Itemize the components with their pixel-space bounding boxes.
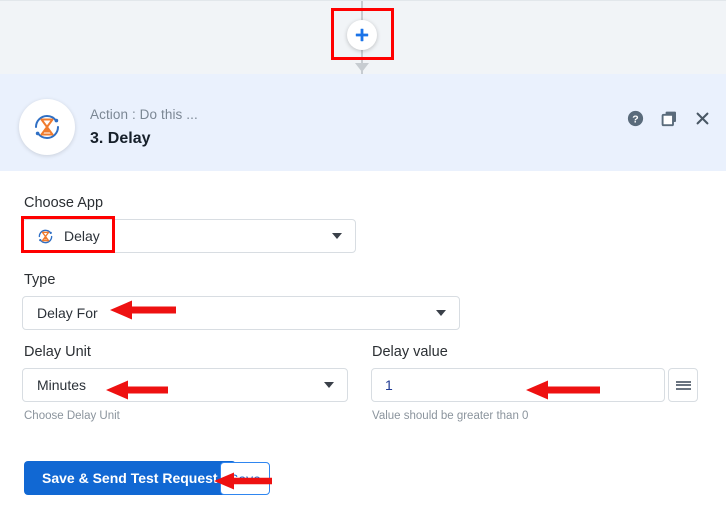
- delay-unit-value: Minutes: [37, 377, 87, 393]
- delay-unit-helper-text: Choose Delay Unit: [24, 410, 120, 422]
- choose-app-label: Choose App: [24, 195, 104, 211]
- help-icon[interactable]: ?: [627, 110, 644, 127]
- delay-action-configuration-panel: Action : Do this ... 3. Delay ? Choose A…: [0, 0, 726, 510]
- delay-unit-select[interactable]: Minutes: [22, 368, 348, 402]
- type-label: Type: [24, 272, 56, 288]
- save-button[interactable]: Save: [220, 462, 270, 495]
- hamburger-bar: [675, 387, 691, 390]
- close-icon[interactable]: [695, 111, 710, 126]
- choose-app-select[interactable]: Delay: [22, 219, 356, 253]
- delay-value-text: 1: [385, 377, 393, 393]
- save-and-send-test-request-button[interactable]: Save & Send Test Request: [24, 461, 236, 495]
- delay-value-input[interactable]: 1: [371, 368, 665, 402]
- delay-value-label: Delay value: [372, 344, 448, 360]
- type-select[interactable]: Delay For: [22, 296, 460, 330]
- action-header-text: Action : Do this ... 3. Delay: [90, 105, 198, 151]
- delay-hourglass-icon: [35, 114, 59, 140]
- choose-app-value-chip: Delay: [23, 227, 100, 246]
- chevron-down-icon: [436, 310, 446, 316]
- hamburger-menu-icon[interactable]: [668, 368, 698, 402]
- configuration-form: Choose App Delay Type Delay For Delay Un…: [0, 171, 726, 510]
- workflow-connector-strip: [0, 0, 726, 75]
- hamburger-bar: [675, 384, 691, 386]
- add-step-plus-button[interactable]: [347, 20, 377, 50]
- duplicate-icon[interactable]: [661, 110, 678, 127]
- delay-unit-label: Delay Unit: [24, 344, 91, 360]
- hamburger-bar: [675, 380, 691, 383]
- avatar: [19, 99, 75, 155]
- svg-text:?: ?: [632, 113, 638, 125]
- action-eyebrow: Action : Do this ...: [90, 107, 198, 122]
- chevron-down-icon: [332, 233, 342, 239]
- delay-hourglass-icon: [38, 229, 53, 243]
- header-action-icons: ?: [627, 110, 710, 127]
- page-title: 3. Delay: [90, 130, 151, 147]
- type-value: Delay For: [37, 305, 98, 321]
- arrow-down-icon: [355, 63, 369, 72]
- plus-icon: [355, 28, 369, 42]
- choose-app-value: Delay: [64, 228, 100, 244]
- delay-value-helper-text: Value should be greater than 0: [372, 410, 529, 422]
- chevron-down-icon: [324, 382, 334, 388]
